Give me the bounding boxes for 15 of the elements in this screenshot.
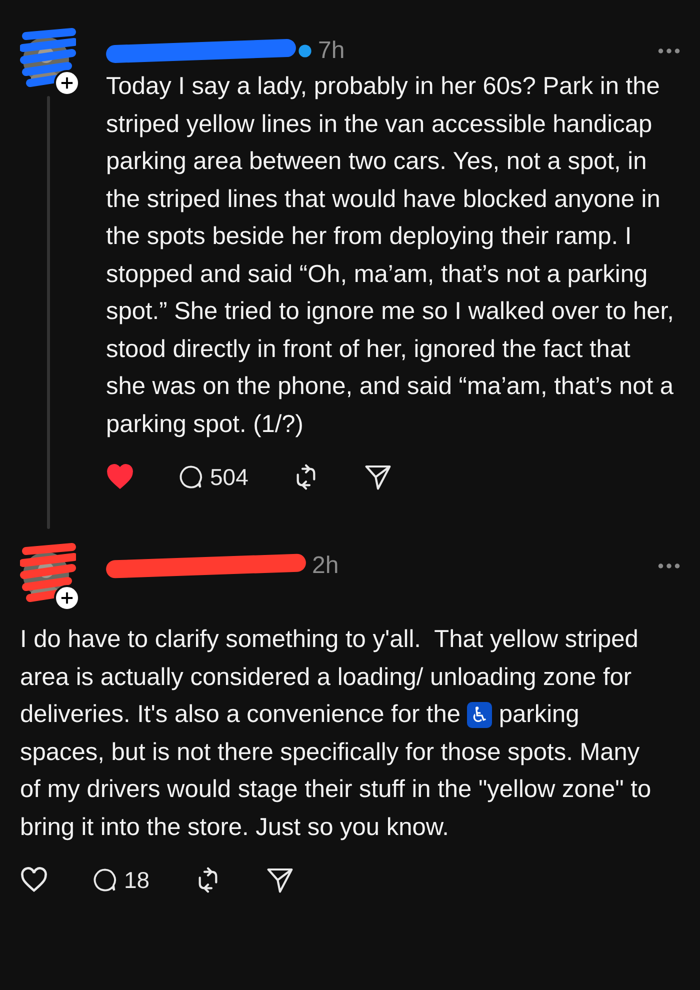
more-icon[interactable] (658, 48, 680, 54)
more-icon[interactable] (658, 563, 680, 569)
plus-icon (59, 590, 75, 606)
heart-icon[interactable] (20, 866, 48, 894)
post-time: 7h (318, 37, 345, 65)
comment-icon (92, 867, 118, 893)
share-icon[interactable] (364, 463, 392, 491)
comment-icon (178, 464, 204, 490)
reply-button[interactable]: 18 (92, 866, 150, 894)
plus-icon (59, 75, 75, 91)
reply-button[interactable]: 504 (178, 464, 248, 490)
share-icon[interactable] (266, 866, 294, 894)
post-time: 2h (312, 552, 339, 580)
post-text: Today I say a lady, probably in her 60s? Park in the striped yellow lines in the van accessible handicap parking area between two cars. Yes, not a spot, in the striped lines that would have blocked anyone in the spots beside her from deploying their ramp. I stopped and said “Oh, ma’am, that’s not a parking spot.” She tried to ignore me so I walked over to her, stood directly in front of her, ignored the fact that she was on the phone, and said “ma’am, that’s not a parking spot. (1/?) (106, 72, 675, 440)
post-text: I do have to clarify something to y'all. That yellow striped area is actually considered a loading/ unloading zone for deliveries. It's also a convenience for the ♿ parking spaces, but is not there specifically for those spots. Many of my drivers would stage their stuff in the "yellow zone" to bring it into the store. Just so you know. (20, 625, 652, 842)
